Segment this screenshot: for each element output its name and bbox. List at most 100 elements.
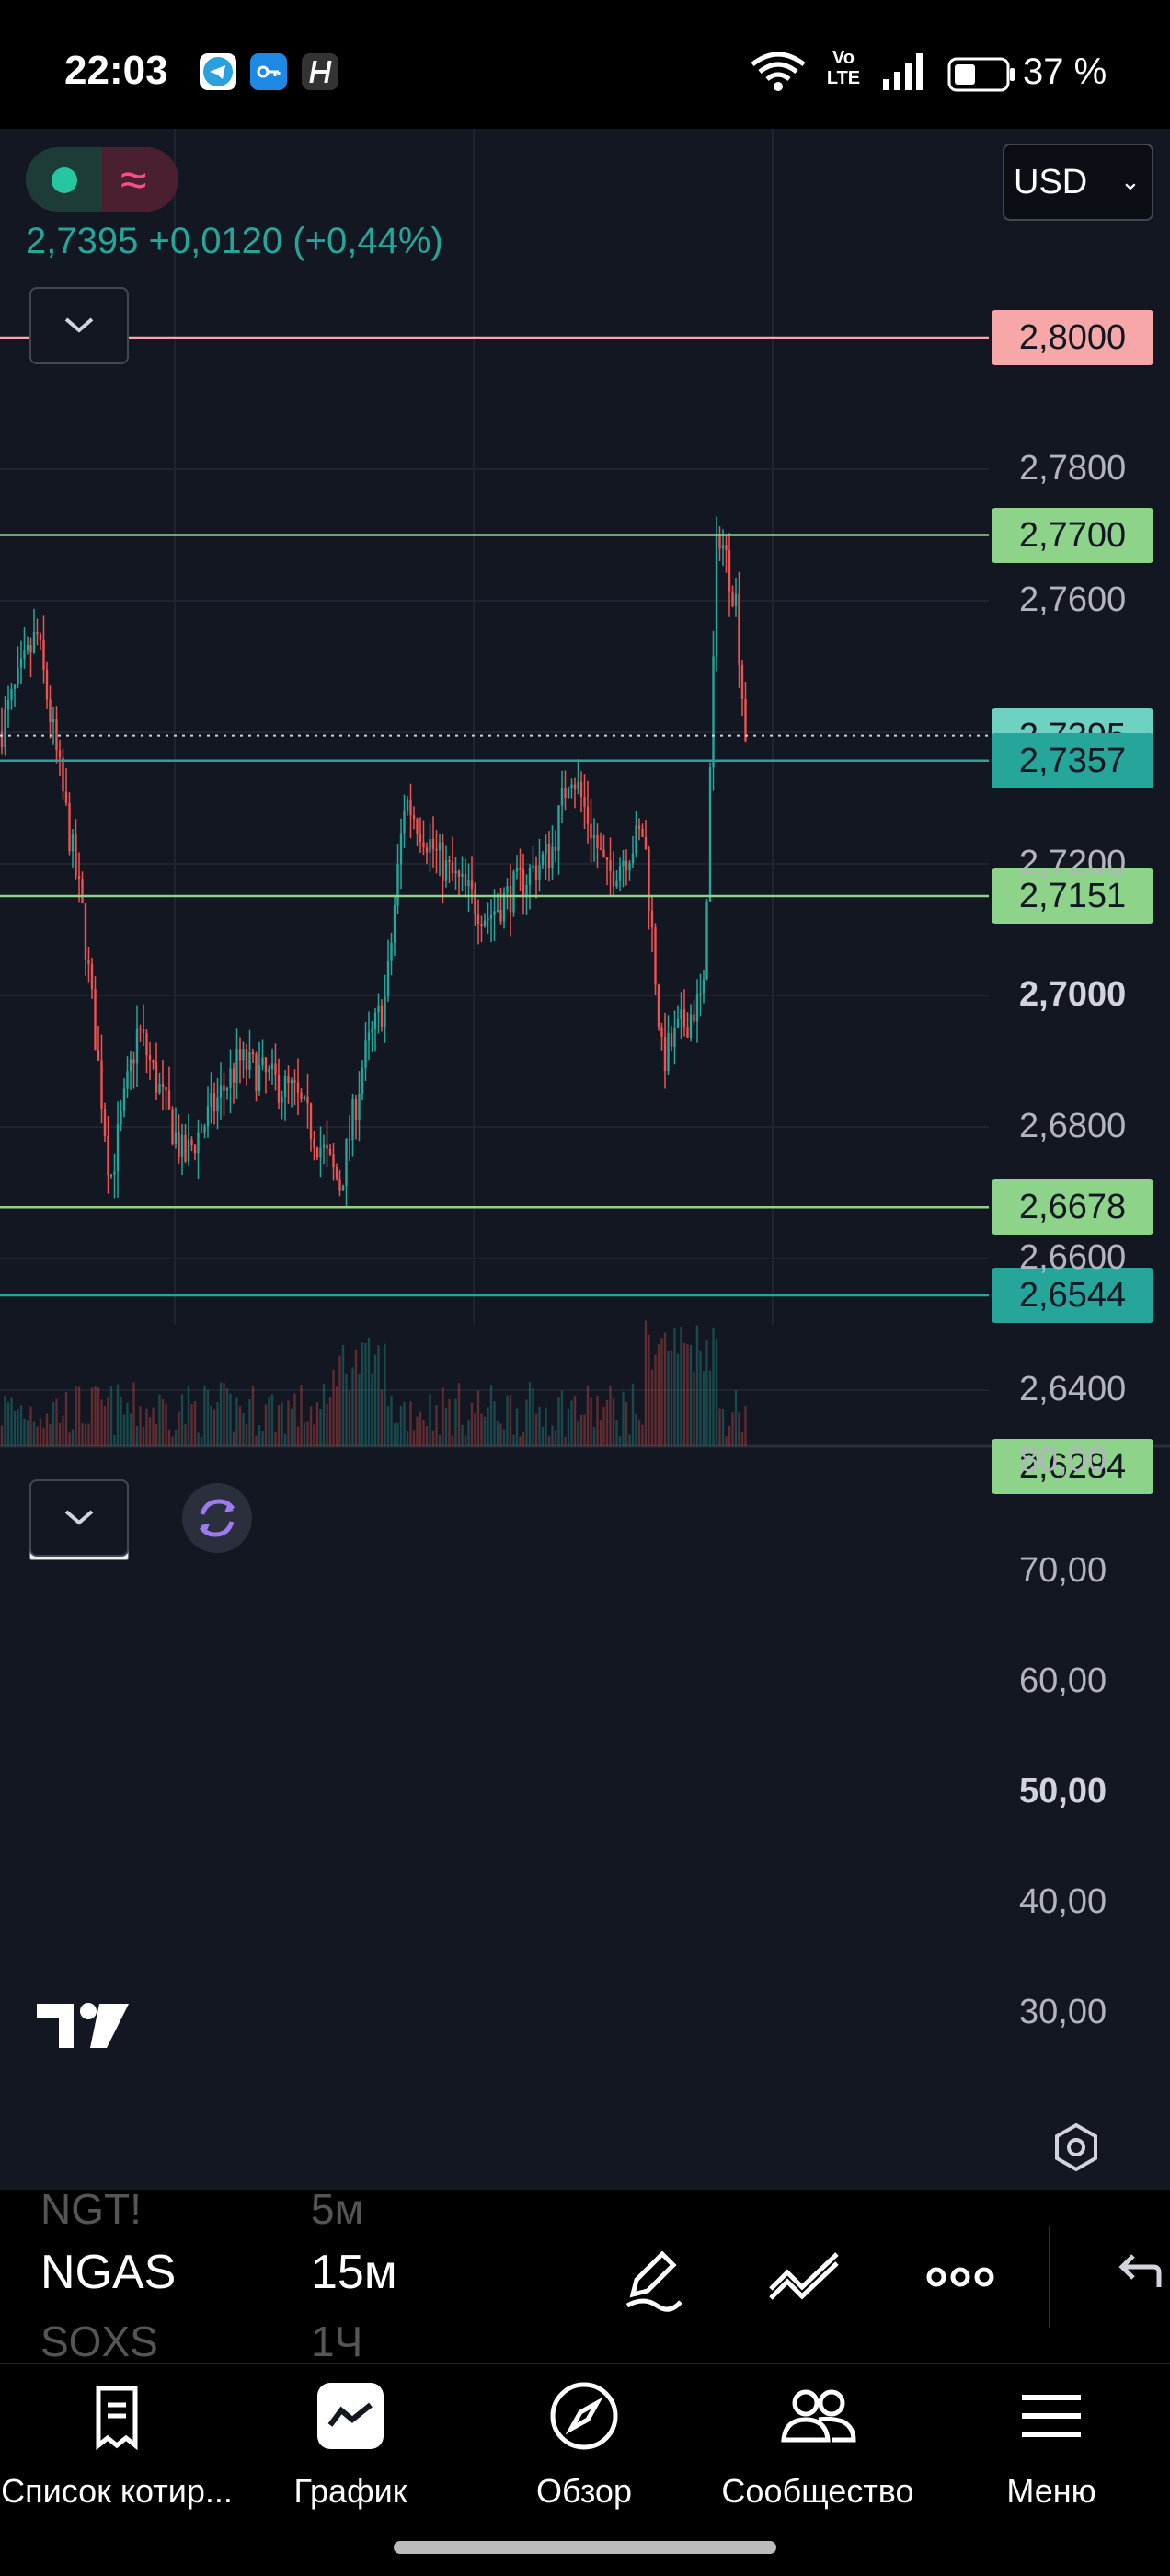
volume-bar xyxy=(113,1434,116,1446)
prev-symbol[interactable]: NGT! xyxy=(40,2184,142,2234)
candle-body xyxy=(551,846,554,868)
volume-bar xyxy=(348,1390,351,1446)
settings-icon[interactable] xyxy=(1050,2122,1102,2178)
volume-bar xyxy=(178,1411,180,1446)
candle-body xyxy=(545,843,547,855)
candle-body xyxy=(461,873,464,877)
candle-body xyxy=(290,1080,293,1084)
candle-body xyxy=(10,688,13,700)
current-symbol[interactable]: NGAS xyxy=(40,2245,176,2300)
volume-bar xyxy=(547,1436,551,1446)
volume-bar xyxy=(332,1369,335,1446)
candle-body xyxy=(660,1027,663,1038)
volume-bar xyxy=(399,1405,403,1446)
home-indicator[interactable] xyxy=(394,2541,776,2554)
volume-bar xyxy=(100,1399,103,1446)
undo-icon[interactable] xyxy=(1113,2245,1168,2305)
candle-body xyxy=(525,884,528,895)
candle-body xyxy=(212,1093,216,1112)
nav-menu[interactable]: Меню xyxy=(935,2379,1168,2511)
volume-bar xyxy=(109,1386,113,1446)
volume-bar xyxy=(354,1349,358,1446)
watchlist-icon xyxy=(96,2386,138,2451)
price-change-percent: (+0,44%) xyxy=(292,221,443,261)
candle-body xyxy=(628,863,631,871)
candle-body xyxy=(26,645,29,651)
candle-body xyxy=(148,1055,152,1061)
candle-body xyxy=(75,834,77,876)
candle-body xyxy=(287,1075,290,1084)
candle-body xyxy=(406,799,409,811)
candle-body xyxy=(686,1027,689,1038)
volume-bar xyxy=(248,1399,251,1446)
candle-body xyxy=(165,1087,167,1091)
candle-body xyxy=(309,1103,313,1140)
trendline-icon[interactable] xyxy=(767,2241,844,2319)
market-open-icon xyxy=(52,167,77,193)
candle-body xyxy=(335,1167,338,1179)
pencil-icon[interactable] xyxy=(616,2241,690,2319)
candle-body xyxy=(58,750,62,758)
volume-bar xyxy=(103,1406,107,1446)
volume-bar xyxy=(270,1394,274,1446)
candle-body xyxy=(277,1075,281,1103)
volume-bar xyxy=(129,1413,132,1446)
collapse-legend-button[interactable] xyxy=(29,287,129,364)
chart-area[interactable]: 293031 ≈ 2,7395 +0,0120 (+0,44%) USD ⌄ 2… xyxy=(0,129,1170,2031)
nav-community[interactable]: Сообщество xyxy=(701,2379,935,2511)
next-symbol[interactable]: SOXS xyxy=(40,2317,158,2366)
prev-interval[interactable]: 5м xyxy=(311,2184,363,2234)
volume-bar xyxy=(315,1402,319,1446)
volume-bar xyxy=(4,1395,6,1446)
candle-body xyxy=(560,788,564,806)
volume-bar xyxy=(386,1406,390,1446)
candle-body xyxy=(695,994,699,1022)
volume-bar xyxy=(90,1387,94,1446)
candle-body xyxy=(68,802,71,852)
volume-bar xyxy=(625,1401,628,1446)
current-interval[interactable]: 15м xyxy=(311,2245,397,2300)
candle-body xyxy=(648,849,650,911)
nav-explore[interactable]: Обзор xyxy=(467,2379,701,2511)
candle-body xyxy=(474,889,476,914)
volume-bar xyxy=(615,1420,618,1446)
candle-body xyxy=(493,911,496,916)
price-level-label[interactable]: 2,7357 xyxy=(992,732,1153,788)
more-icon[interactable] xyxy=(923,2254,997,2305)
candle-body xyxy=(442,842,444,881)
refresh-button[interactable] xyxy=(182,1483,252,1553)
volume-bar xyxy=(71,1429,75,1446)
volume-bar xyxy=(261,1430,264,1446)
collapse-rsi-button[interactable] xyxy=(29,1479,129,1557)
nav-chart[interactable]: График xyxy=(234,2379,467,2511)
toolbar-divider xyxy=(1049,2226,1050,2328)
volume-bar xyxy=(274,1431,277,1446)
volume-bar xyxy=(77,1386,81,1446)
candle-body xyxy=(377,1005,380,1013)
volume-bar xyxy=(255,1435,258,1446)
volume-bar xyxy=(81,1423,84,1446)
candle-body xyxy=(567,788,570,798)
next-interval[interactable]: 1Ч xyxy=(311,2317,362,2366)
candle-body xyxy=(210,1093,212,1107)
candle-body xyxy=(712,656,715,768)
volume-bar xyxy=(42,1428,45,1446)
price-level-label[interactable]: 2,8000 xyxy=(992,310,1153,365)
candle-body xyxy=(534,865,538,880)
candle-body xyxy=(519,867,522,870)
currency-select[interactable]: USD ⌄ xyxy=(1003,144,1153,221)
indicators-toggle[interactable]: ≈ xyxy=(26,147,178,212)
volume-bar xyxy=(628,1434,631,1446)
price-level-label[interactable]: 2,7700 xyxy=(992,507,1153,563)
candle-body xyxy=(570,784,573,789)
rsi-tick: 70,00 xyxy=(1019,1551,1107,1590)
volume-bar xyxy=(579,1414,583,1446)
volume-bar xyxy=(541,1426,545,1446)
volume-bar xyxy=(464,1435,467,1446)
candle-body xyxy=(251,1052,255,1055)
tradingview-logo xyxy=(33,1998,140,2058)
nav-watchlist[interactable]: Список котир... xyxy=(0,2379,234,2511)
candle-body xyxy=(725,545,728,551)
volume-bar xyxy=(29,1406,32,1446)
price-level-label[interactable]: 2,6678 xyxy=(992,1179,1153,1236)
